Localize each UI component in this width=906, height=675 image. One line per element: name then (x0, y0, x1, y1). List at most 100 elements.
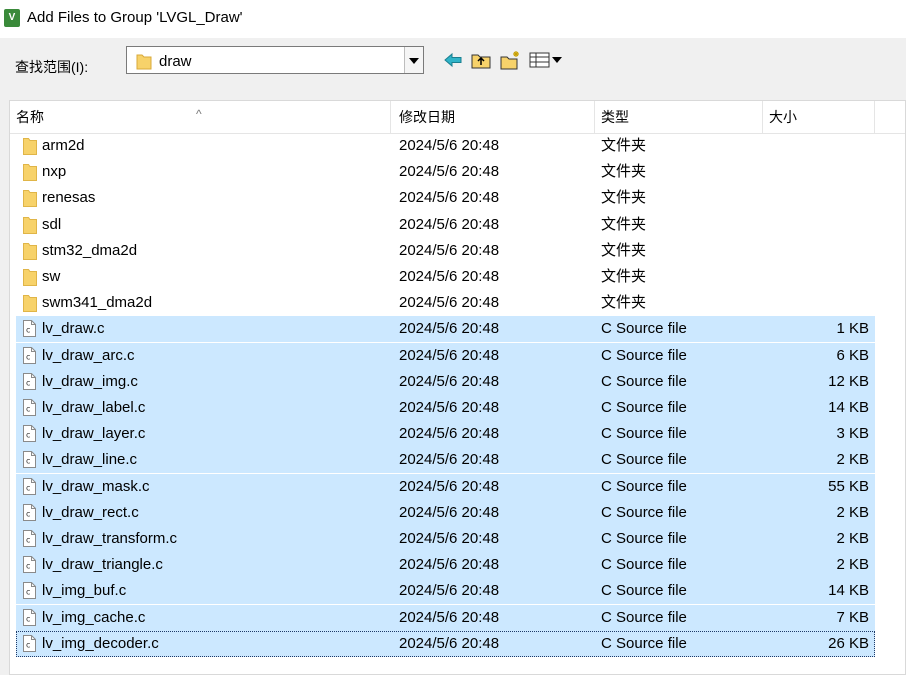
up-folder-icon[interactable] (470, 49, 492, 71)
file-row[interactable]: c lv_draw_triangle.c 2024/5/6 20:48 C Sourc… (16, 552, 875, 579)
file-name: renesas (42, 189, 96, 207)
file-name: lv_img_decoder.c (42, 634, 159, 652)
file-row[interactable]: c lv_draw_transform.c 2024/5/6 20:48 C Sour… (16, 526, 875, 552)
file-size: 1 KB (836, 320, 869, 338)
file-type: C Source file (601, 399, 687, 416)
file-list[interactable]: 名称 ^ 修改日期 类型 大小 arm2d 2024/5/6 20:48 文件夹 nx… (9, 100, 906, 675)
file-row[interactable]: c lv_draw_line.c 2024/5/6 20:48 C Source fi… (16, 447, 875, 474)
view-menu-icon[interactable] (528, 49, 566, 71)
column-header: 名称 ^ 修改日期 类型 大小 (10, 101, 905, 134)
file-date: 2024/5/6 20:48 (399, 530, 500, 547)
file-type: C Source file (601, 425, 687, 443)
file-name: lv_draw_label.c (42, 399, 146, 416)
file-date: 2024/5/6 20:48 (399, 294, 500, 312)
file-name: sw (42, 268, 61, 285)
chevron-down-icon[interactable] (404, 47, 423, 73)
file-row[interactable]: c lv_draw_label.c 2024/5/6 20:48 C Source f… (16, 395, 875, 421)
file-row[interactable]: c lv_img_buf.c 2024/5/6 20:48 C Source file… (16, 578, 875, 605)
file-type: 文件夹 (601, 137, 647, 154)
file-name: lv_draw_transform.c (42, 530, 178, 547)
c-source-file-icon: c (23, 556, 36, 577)
file-type: C Source file (601, 556, 687, 574)
folder-row[interactable]: nxp 2024/5/6 20:48 文件夹 (16, 159, 875, 185)
file-name: lv_draw.c (42, 320, 105, 338)
file-type: 文件夹 (601, 294, 647, 312)
look-in-value: draw (159, 53, 192, 70)
column-size[interactable]: 大小 (763, 101, 875, 133)
file-type: C Source file (601, 477, 687, 495)
file-type: C Source file (601, 503, 687, 521)
file-date: 2024/5/6 20:48 (399, 163, 500, 181)
file-date: 2024/5/6 20:48 (399, 346, 500, 364)
file-date: 2024/5/6 20:48 (399, 451, 500, 469)
file-type: C Source file (601, 530, 687, 547)
folder-icon (136, 52, 152, 75)
file-date: 2024/5/6 20:48 (399, 372, 500, 390)
file-row[interactable]: c lv_draw_mask.c 2024/5/6 20:48 C Source fi… (16, 473, 875, 500)
svg-text:c: c (26, 509, 30, 518)
c-source-file-icon: c (23, 451, 36, 472)
file-name: stm32_dma2d (42, 241, 138, 259)
file-type: C Source file (601, 320, 687, 338)
svg-text:c: c (26, 483, 30, 492)
file-date: 2024/5/6 20:48 (399, 241, 500, 259)
svg-text:c: c (26, 536, 30, 545)
file-type: C Source file (601, 346, 687, 364)
folder-row[interactable]: arm2d 2024/5/6 20:48 文件夹 (16, 133, 875, 159)
file-name: lv_draw_line.c (42, 451, 138, 469)
file-size: 6 KB (836, 346, 869, 364)
file-name: lv_draw_mask.c (42, 477, 150, 495)
c-source-file-icon: c (23, 582, 36, 603)
file-row[interactable]: c lv_draw_layer.c 2024/5/6 20:48 C Source f… (16, 421, 875, 448)
look-in-dropdown[interactable]: draw (126, 46, 424, 74)
file-date: 2024/5/6 20:48 (399, 215, 500, 233)
file-name: sdl (42, 215, 62, 233)
column-type[interactable]: 类型 (595, 101, 763, 133)
file-name: lv_img_cache.c (42, 608, 146, 626)
folder-row[interactable]: renesas 2024/5/6 20:48 文件夹 (16, 185, 875, 211)
folder-icon (23, 268, 37, 290)
file-row[interactable]: c lv_img_cache.c 2024/5/6 20:48 C Source fi… (16, 604, 875, 631)
c-source-file-icon: c (23, 346, 36, 368)
folder-icon (23, 189, 37, 211)
column-date[interactable]: 修改日期 (393, 101, 595, 133)
svg-text:c: c (26, 431, 30, 440)
folder-row[interactable]: swm341_dma2d 2024/5/6 20:48 文件夹 (16, 290, 875, 316)
c-source-file-icon: c (23, 425, 36, 446)
file-row[interactable]: c lv_draw.c 2024/5/6 20:48 C Source file 1 K… (16, 316, 875, 343)
folder-row[interactable]: sw 2024/5/6 20:48 文件夹 (16, 264, 875, 290)
svg-text:c: c (26, 326, 30, 335)
file-row[interactable]: c lv_draw_img.c 2024/5/6 20:48 C Source fil… (16, 368, 875, 395)
file-name: lv_draw_rect.c (42, 503, 139, 521)
c-source-file-icon: c (23, 372, 36, 394)
file-date: 2024/5/6 20:48 (399, 425, 500, 443)
new-folder-icon[interactable] (499, 49, 521, 71)
file-type: 文件夹 (601, 268, 647, 285)
file-date: 2024/5/6 20:48 (399, 582, 500, 600)
file-name: swm341_dma2d (42, 294, 153, 312)
column-date-label: 修改日期 (399, 109, 455, 125)
file-type: 文件夹 (601, 163, 647, 181)
folder-icon (23, 294, 37, 316)
folder-icon (23, 242, 37, 264)
file-date: 2024/5/6 20:48 (399, 189, 500, 207)
svg-text:c: c (26, 378, 30, 387)
file-date: 2024/5/6 20:48 (399, 137, 500, 154)
svg-text:c: c (26, 588, 30, 597)
back-arrow-icon[interactable] (442, 49, 464, 71)
file-row[interactable]: c lv_draw_rect.c 2024/5/6 20:48 C Source fi… (16, 499, 875, 526)
column-name-label: 名称 (16, 109, 44, 125)
svg-text:c: c (26, 352, 30, 361)
c-source-file-icon: c (23, 503, 36, 525)
file-type: C Source file (601, 608, 687, 626)
svg-text:c: c (26, 640, 30, 649)
file-name: lv_img_buf.c (42, 582, 127, 600)
file-date: 2024/5/6 20:48 (399, 399, 500, 416)
file-row[interactable]: c lv_img_decoder.c 2024/5/6 20:48 C Source … (16, 630, 875, 657)
folder-row[interactable]: stm32_dma2d 2024/5/6 20:48 文件夹 (16, 238, 875, 264)
column-name[interactable]: 名称 ^ (10, 101, 391, 133)
file-date: 2024/5/6 20:48 (399, 477, 500, 495)
folder-row[interactable]: sdl 2024/5/6 20:48 文件夹 (16, 212, 875, 238)
file-row[interactable]: c lv_draw_arc.c 2024/5/6 20:48 C Source fil… (16, 342, 875, 369)
file-size: 14 KB (828, 399, 869, 416)
